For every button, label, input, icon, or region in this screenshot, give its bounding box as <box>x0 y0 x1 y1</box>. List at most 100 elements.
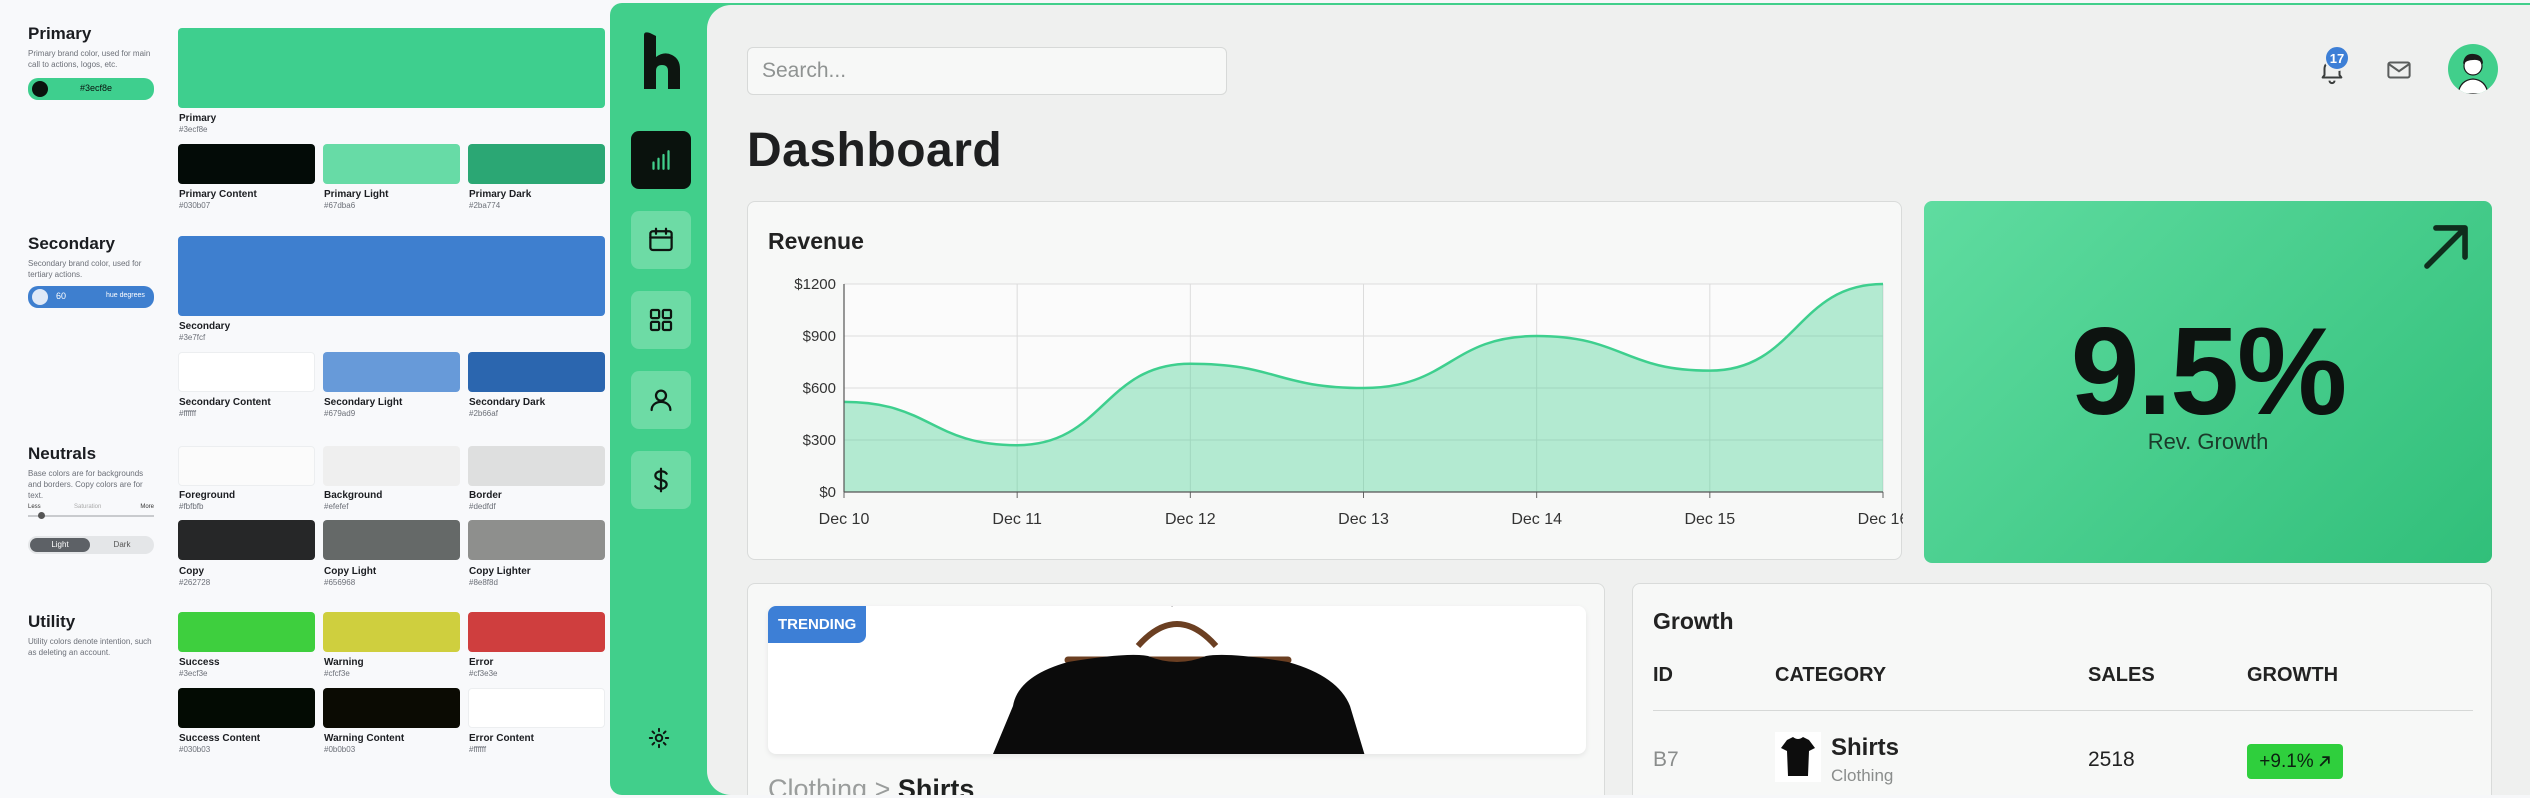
secondary-content-swatch[interactable] <box>178 352 315 392</box>
column-header-category[interactable]: CATEGORY <box>1775 664 1886 687</box>
calendar-icon <box>649 227 673 252</box>
breadcrumb-current: Shirts <box>897 774 975 795</box>
swatch-hex: #656968 <box>324 578 356 587</box>
foreground-swatch[interactable] <box>178 446 315 486</box>
nav-billing[interactable] <box>631 451 691 509</box>
secondary-light-swatch[interactable] <box>323 352 460 392</box>
success-content-swatch[interactable] <box>178 688 315 728</box>
toggle-light[interactable]: Light <box>30 538 90 552</box>
primary-light-swatch[interactable] <box>323 144 460 184</box>
x-tick-label: Dec 12 <box>1165 511 1216 528</box>
dollar-icon <box>654 467 668 493</box>
success-swatch[interactable] <box>178 612 315 652</box>
row-growth: +9.1% <box>2259 750 2314 772</box>
notification-badge: 17 <box>2324 45 2350 71</box>
secondary-swatch[interactable] <box>178 236 605 316</box>
swatch-name: Primary Dark <box>469 189 532 200</box>
growth-title: Growth <box>1653 608 1734 634</box>
background-swatch[interactable] <box>323 446 460 486</box>
nav-grid[interactable] <box>631 291 691 349</box>
hue-slider[interactable]: 60 hue degrees <box>28 286 154 308</box>
chart-icon <box>652 150 670 170</box>
rev-growth-card[interactable]: 9.5% Rev. Growth <box>1924 201 2492 563</box>
product-image[interactable]: TRENDING <box>768 606 1586 754</box>
copy-lighter-swatch[interactable] <box>468 520 605 560</box>
swatch-name: Success Content <box>179 733 261 744</box>
primary-color-picker[interactable]: #3ecf8e <box>28 78 154 100</box>
messages-button[interactable] <box>2384 55 2414 85</box>
swatch-name: Error <box>469 657 494 668</box>
primary-dark-swatch[interactable] <box>468 144 605 184</box>
theme-toggle[interactable]: Light Dark <box>28 536 154 554</box>
primary-content-swatch[interactable] <box>178 144 315 184</box>
user-avatar-icon <box>2457 53 2489 94</box>
avatar[interactable] <box>2448 44 2498 94</box>
nav-users[interactable] <box>631 371 691 429</box>
swatch-name: Primary Content <box>179 189 257 200</box>
nav-analytics[interactable] <box>631 131 691 189</box>
user-icon <box>650 389 672 412</box>
primary-title: Primary <box>28 24 92 43</box>
row-subcategory: Clothing <box>1831 766 1894 785</box>
search-input[interactable] <box>747 47 1227 95</box>
neutrals-title: Neutrals <box>28 444 97 463</box>
copy-light-swatch[interactable] <box>323 520 460 560</box>
secondary-dark-swatch[interactable] <box>468 352 605 392</box>
trending-card[interactable]: TRENDING Clothing > Shirts <box>747 583 1605 795</box>
utility-title: Utility <box>28 612 76 631</box>
eyedropper-icon[interactable] <box>32 81 48 97</box>
growth-badge: +9.1% <box>2247 744 2343 779</box>
slider-handle[interactable] <box>32 289 48 305</box>
row-sales: 2518 <box>2088 748 2135 771</box>
tshirt-image <box>993 606 1365 754</box>
primary-swatch[interactable] <box>178 28 605 108</box>
nav-rail <box>610 3 706 795</box>
swatch-name: Secondary Content <box>179 397 271 408</box>
swatch-name: Foreground <box>179 490 236 501</box>
slider-handle[interactable] <box>38 512 45 519</box>
slider-track[interactable] <box>28 515 154 517</box>
primary-picker-value[interactable]: #3ecf8e <box>80 83 112 93</box>
border-swatch[interactable] <box>468 446 605 486</box>
rev-growth-value: 9.5% <box>2070 303 2348 441</box>
settings-button[interactable] <box>646 725 672 751</box>
column-header-growth[interactable]: GROWTH <box>2247 664 2338 687</box>
y-tick-label: $600 <box>803 380 836 397</box>
saturation-slider[interactable]: Less Saturation More <box>28 504 154 519</box>
revenue-card: Revenue $0 $300 $600 $900 $1200 Dec 10 Dec 11 D… <box>747 201 1903 560</box>
hue-value: 60 <box>56 291 67 301</box>
error-content-swatch[interactable] <box>468 688 605 728</box>
swatch-name: Border <box>469 490 502 501</box>
swatch-name: Warning Content <box>324 733 405 744</box>
y-tick-label: $1200 <box>794 276 836 293</box>
logo[interactable] <box>640 31 682 91</box>
swatch-hex: #fbfbfb <box>179 502 204 511</box>
trending-badge: TRENDING <box>768 606 867 643</box>
swatch-hex: #2b66af <box>469 409 498 418</box>
nav-calendar[interactable] <box>631 211 691 269</box>
x-tick-label: Dec 16 <box>1858 511 1903 528</box>
warning-swatch[interactable] <box>323 612 460 652</box>
swatch-name: Copy Lighter <box>469 566 531 577</box>
x-tick-label: Dec 11 <box>992 511 1042 528</box>
swatch-hex: #030b07 <box>179 201 211 210</box>
rev-growth-label: Rev. Growth <box>2147 429 2269 454</box>
swatch-name: Copy Light <box>324 566 377 577</box>
x-tick-label: Dec 14 <box>1511 511 1562 528</box>
error-swatch[interactable] <box>468 612 605 652</box>
slider-max-label: More <box>140 504 154 510</box>
dashboard-app: 17 Dashboard Revenue $0$300$600$900$1200… <box>610 3 2530 795</box>
swatch-name: Background <box>324 490 383 501</box>
x-tick-label: Dec 13 <box>1338 511 1389 528</box>
swatch-hex: #679ad9 <box>324 409 356 418</box>
column-header-id[interactable]: ID <box>1653 664 1673 687</box>
swatch-hex: #dedfdf <box>469 502 496 511</box>
growth-card: Growth ID CATEGORY SALES GROWTH B7 Shirt… <box>1632 583 2492 795</box>
warning-content-swatch[interactable] <box>323 688 460 728</box>
column-header-sales[interactable]: SALES <box>2088 664 2155 687</box>
toggle-dark[interactable]: Dark <box>92 538 152 552</box>
grid-icon <box>649 308 673 332</box>
breadcrumb-parent[interactable]: Clothing <box>768 774 867 795</box>
primary-desc: Primary brand color, used for main call … <box>28 49 151 69</box>
copy-swatch[interactable] <box>178 520 315 560</box>
